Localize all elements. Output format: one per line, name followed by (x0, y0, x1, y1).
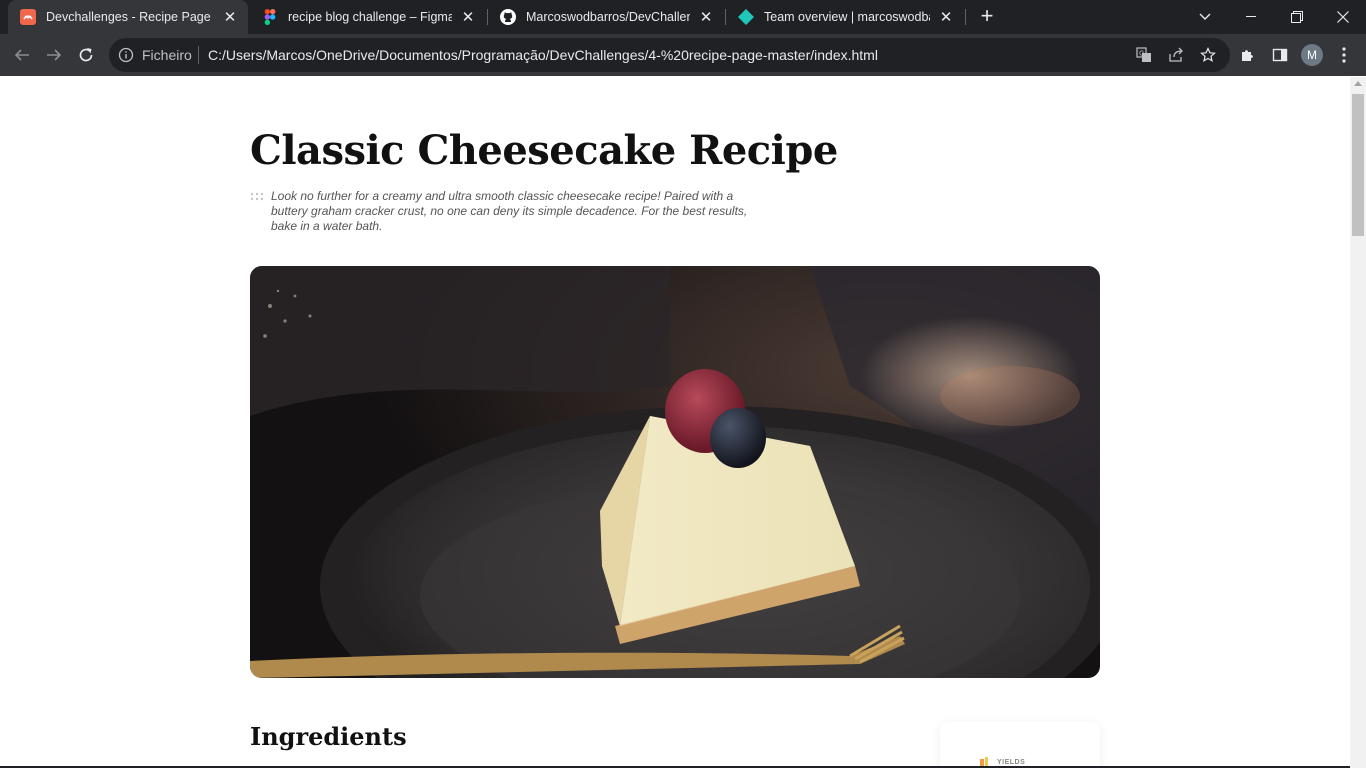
close-tab-icon[interactable]: ✕ (696, 7, 716, 27)
forward-button[interactable] (40, 41, 68, 69)
tab-title: Team overview | marcoswodbarr (764, 10, 930, 24)
tab-title: Marcoswodbarros/DevChallenge (526, 10, 690, 24)
scrollbar-thumb[interactable] (1352, 94, 1364, 236)
recipe-info-card: YIELDS (940, 722, 1100, 768)
close-tab-icon[interactable]: ✕ (936, 7, 956, 27)
tab-search-button[interactable] (1182, 0, 1228, 34)
tab-devchallenges[interactable]: Devchallenges - Recipe Page ✕ (8, 0, 248, 34)
browser-toolbar: Ficheiro C:/Users/Marcos/OneDrive/Docume… (0, 34, 1366, 76)
tab-strip: Devchallenges - Recipe Page ✕ recipe blo… (0, 0, 1366, 34)
profile-avatar[interactable]: M (1301, 44, 1323, 66)
extensions-button[interactable] (1238, 45, 1258, 65)
info-icon[interactable] (118, 47, 134, 63)
side-panel-icon (1272, 48, 1288, 62)
tab-title: Devchallenges - Recipe Page (46, 10, 211, 24)
arrow-left-icon (14, 49, 29, 61)
scheme-label: Ficheiro (142, 47, 192, 63)
back-button[interactable] (8, 41, 36, 69)
translate-button[interactable]: G (1134, 45, 1154, 65)
page-viewport: Classic Cheesecake Recipe Look no furthe… (0, 77, 1350, 768)
restore-button[interactable] (1274, 0, 1320, 34)
scroll-up-arrow-icon[interactable] (1354, 81, 1362, 86)
svg-text:G: G (1139, 50, 1144, 58)
close-icon (1337, 11, 1349, 23)
star-icon (1200, 47, 1216, 63)
new-tab-button[interactable]: + (975, 5, 999, 29)
translate-icon: G (1136, 47, 1151, 62)
close-window-button[interactable] (1320, 0, 1366, 34)
close-tab-icon[interactable]: ✕ (458, 7, 478, 27)
drag-handle-icon (250, 192, 264, 201)
omnibox-divider (198, 46, 199, 64)
page-scrollbar[interactable] (1350, 77, 1366, 768)
page-title: Classic Cheesecake Recipe (250, 127, 838, 174)
address-bar[interactable]: Ficheiro C:/Users/Marcos/OneDrive/Docume… (109, 38, 1230, 72)
arrow-right-icon (47, 49, 62, 61)
chevron-down-icon (1199, 13, 1211, 20)
netlify-icon (738, 9, 754, 25)
minimize-icon (1246, 16, 1256, 17)
github-icon (500, 9, 516, 25)
url-text[interactable]: C:/Users/Marcos/OneDrive/Documentos/Prog… (208, 47, 878, 63)
tab-title: recipe blog challenge – Figma (288, 10, 452, 24)
menu-button[interactable] (1334, 45, 1354, 65)
cheesecake-hero-image (250, 266, 1100, 678)
tab-divider (965, 9, 966, 25)
minimize-button[interactable] (1228, 0, 1274, 34)
tab-github[interactable]: Marcoswodbarros/DevChallenge ✕ (488, 0, 724, 34)
kebab-menu-icon (1342, 47, 1346, 63)
yields-label: YIELDS (997, 758, 1026, 766)
reload-icon (79, 48, 93, 62)
tab-figma[interactable]: recipe blog challenge – Figma ✕ (250, 0, 486, 34)
restore-icon (1291, 11, 1303, 23)
share-icon (1169, 47, 1183, 62)
side-panel-button[interactable] (1270, 45, 1290, 65)
reload-button[interactable] (72, 41, 100, 69)
devchallenges-icon (20, 9, 36, 25)
ingredients-heading: Ingredients (250, 722, 407, 751)
puzzle-icon (1242, 50, 1253, 61)
close-tab-icon[interactable]: ✕ (220, 7, 240, 27)
recipe-intro: Look no further for a creamy and ultra s… (271, 189, 748, 233)
tab-netlify[interactable]: Team overview | marcoswodbarr ✕ (726, 0, 964, 34)
bookmark-button[interactable] (1198, 45, 1218, 65)
share-button[interactable] (1166, 45, 1186, 65)
figma-icon (262, 9, 278, 25)
